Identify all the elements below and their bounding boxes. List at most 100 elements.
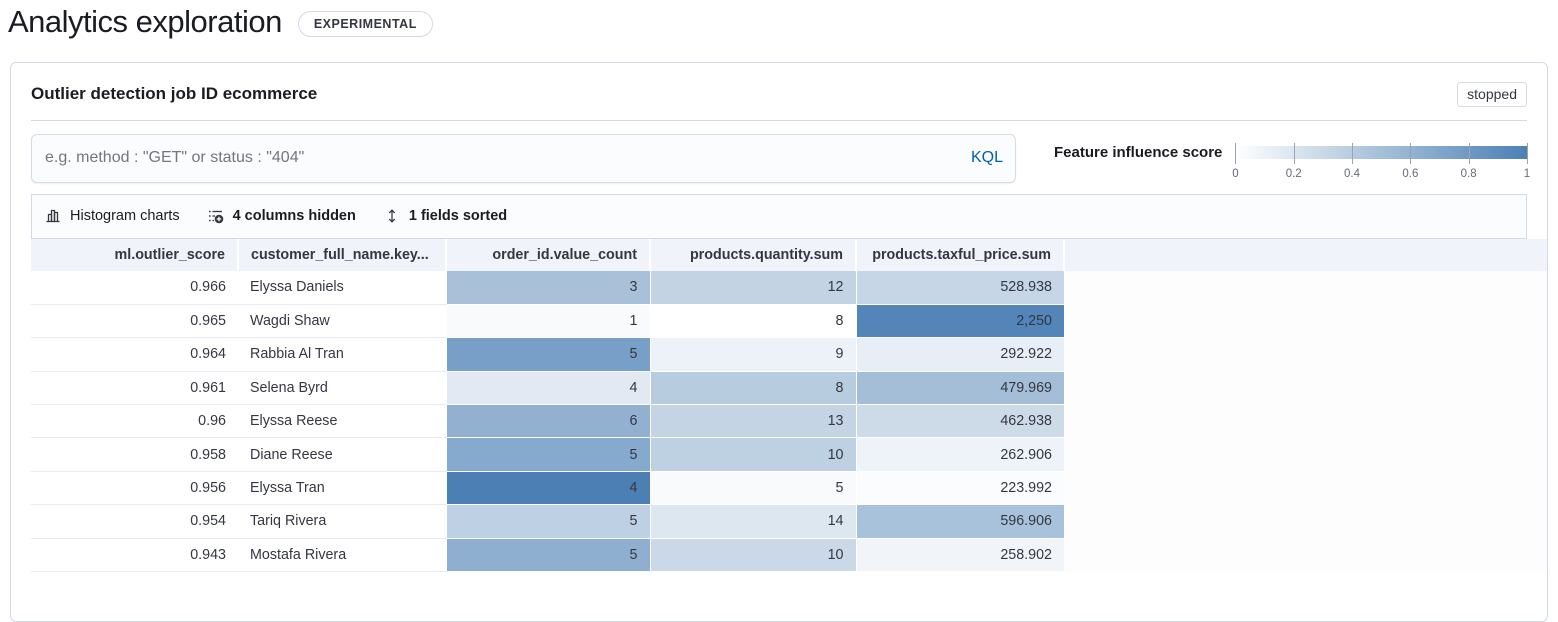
cell-price[interactable]: 528.938 bbox=[856, 271, 1064, 304]
column-header-customer-name[interactable]: customer_full_name.key... bbox=[238, 239, 446, 271]
legend-tick-mark bbox=[1410, 143, 1411, 164]
legend-tick-label: 0.4 bbox=[1344, 168, 1360, 180]
cell-outlier-score[interactable]: 0.958 bbox=[31, 438, 238, 471]
legend-tick-label: 0.6 bbox=[1402, 168, 1418, 180]
cell-customer-name[interactable]: Mostafa Rivera bbox=[238, 538, 446, 571]
cell-order-count[interactable]: 5 bbox=[446, 505, 650, 538]
legend-tick-mark bbox=[1294, 143, 1295, 164]
cell-outlier-score[interactable]: 0.964 bbox=[31, 338, 238, 371]
legend-gradient-bar bbox=[1235, 146, 1527, 159]
cell-outlier-score[interactable]: 0.961 bbox=[31, 371, 238, 404]
table-row: 0.966Elyssa Daniels312528.938 bbox=[31, 271, 1547, 304]
kql-search-input[interactable] bbox=[31, 134, 1016, 183]
cell-order-count[interactable]: 4 bbox=[446, 371, 650, 404]
grid-header-row: ml.outlier_score customer_full_name.key.… bbox=[31, 239, 1547, 271]
cell-price[interactable]: 2,250 bbox=[856, 304, 1064, 337]
cell-order-count[interactable]: 6 bbox=[446, 404, 650, 437]
fields-sorted-button[interactable]: 1 fields sorted bbox=[384, 208, 507, 224]
column-header-price[interactable]: products.taxful_price.sum bbox=[856, 239, 1064, 271]
cell-quantity[interactable]: 5 bbox=[650, 471, 856, 504]
sort-icon bbox=[384, 208, 400, 224]
cell-outlier-score[interactable]: 0.956 bbox=[31, 471, 238, 504]
cell-customer-name[interactable]: Elyssa Daniels bbox=[238, 271, 446, 304]
cell-outlier-score[interactable]: 0.954 bbox=[31, 505, 238, 538]
cell-filler bbox=[1064, 538, 1547, 571]
cell-outlier-score[interactable]: 0.965 bbox=[31, 304, 238, 337]
table-row: 0.964Rabbia Al Tran59292.922 bbox=[31, 338, 1547, 371]
panel-divider bbox=[31, 120, 1527, 121]
columns-hidden-button[interactable]: 4 columns hidden bbox=[208, 208, 356, 224]
cell-outlier-score[interactable]: 0.943 bbox=[31, 538, 238, 571]
cell-customer-name[interactable]: Elyssa Tran bbox=[238, 471, 446, 504]
cell-customer-name[interactable]: Diane Reese bbox=[238, 438, 446, 471]
fields-sorted-label: 1 fields sorted bbox=[409, 208, 507, 224]
cell-filler bbox=[1064, 271, 1547, 304]
cell-customer-name[interactable]: Tariq Rivera bbox=[238, 505, 446, 538]
page-title: Analytics exploration bbox=[8, 4, 282, 40]
cell-order-count[interactable]: 1 bbox=[446, 304, 650, 337]
column-header-quantity[interactable]: products.quantity.sum bbox=[650, 239, 856, 271]
table-row: 0.954Tariq Rivera514596.906 bbox=[31, 505, 1547, 538]
panel-heading: Outlier detection job ID ecommerce bbox=[31, 84, 317, 104]
cell-order-count[interactable]: 5 bbox=[446, 438, 650, 471]
histogram-charts-button[interactable]: Histogram charts bbox=[45, 208, 180, 224]
page-header: Analytics exploration EXPERIMENTAL bbox=[0, 0, 1558, 40]
legend-tick-label: 1 bbox=[1524, 168, 1530, 180]
cell-order-count[interactable]: 4 bbox=[446, 471, 650, 504]
legend-tick-label: 0.2 bbox=[1286, 168, 1302, 180]
cell-quantity[interactable]: 8 bbox=[650, 371, 856, 404]
cell-order-count[interactable]: 3 bbox=[446, 271, 650, 304]
cell-customer-name[interactable]: Rabbia Al Tran bbox=[238, 338, 446, 371]
column-header-order-count[interactable]: order_id.value_count bbox=[446, 239, 650, 271]
column-header-outlier-score[interactable]: ml.outlier_score bbox=[31, 239, 238, 271]
cell-filler bbox=[1064, 404, 1547, 437]
cell-quantity[interactable]: 9 bbox=[650, 338, 856, 371]
cell-price[interactable]: 292.922 bbox=[856, 338, 1064, 371]
experimental-badge: EXPERIMENTAL bbox=[298, 11, 433, 37]
cell-quantity[interactable]: 13 bbox=[650, 404, 856, 437]
cell-filler bbox=[1064, 505, 1547, 538]
column-header-filler bbox=[1064, 239, 1547, 271]
cell-order-count[interactable]: 5 bbox=[446, 338, 650, 371]
cell-price[interactable]: 262.906 bbox=[856, 438, 1064, 471]
cell-price[interactable]: 258.902 bbox=[856, 538, 1064, 571]
cell-customer-name[interactable]: Selena Byrd bbox=[238, 371, 446, 404]
cell-quantity[interactable]: 14 bbox=[650, 505, 856, 538]
kql-language-button[interactable]: KQL bbox=[971, 149, 1003, 167]
columns-hidden-icon bbox=[208, 208, 224, 224]
table-row: 0.956Elyssa Tran45223.992 bbox=[31, 471, 1547, 504]
cell-quantity[interactable]: 8 bbox=[650, 304, 856, 337]
cell-price[interactable]: 223.992 bbox=[856, 471, 1064, 504]
cell-filler bbox=[1064, 304, 1547, 337]
cell-filler bbox=[1064, 338, 1547, 371]
cell-order-count[interactable]: 5 bbox=[446, 538, 650, 571]
job-status-badge: stopped bbox=[1457, 82, 1527, 107]
cell-price[interactable]: 479.969 bbox=[856, 371, 1064, 404]
cell-quantity[interactable]: 10 bbox=[650, 538, 856, 571]
table-row: 0.965Wagdi Shaw182,250 bbox=[31, 304, 1547, 337]
columns-hidden-label: 4 columns hidden bbox=[233, 208, 356, 224]
legend-bar-wrap: 0 0.2 0.4 0.6 0.8 1 bbox=[1235, 141, 1527, 183]
table-row: 0.961Selena Byrd48479.969 bbox=[31, 371, 1547, 404]
cell-outlier-score[interactable]: 0.96 bbox=[31, 404, 238, 437]
panel-head: Outlier detection job ID ecommerce stopp… bbox=[31, 82, 1527, 107]
cell-quantity[interactable]: 10 bbox=[650, 438, 856, 471]
table-row: 0.96Elyssa Reese613462.938 bbox=[31, 404, 1547, 437]
cell-quantity[interactable]: 12 bbox=[650, 271, 856, 304]
cell-outlier-score[interactable]: 0.966 bbox=[31, 271, 238, 304]
cell-customer-name[interactable]: Elyssa Reese bbox=[238, 404, 446, 437]
cell-filler bbox=[1064, 438, 1547, 471]
legend-tick-mark bbox=[1235, 143, 1236, 164]
grid-toolbar: Histogram charts 4 columns hidden bbox=[31, 194, 1527, 239]
feature-influence-legend: Feature influence score 0 0.2 0.4 0.6 0.8 1 bbox=[1054, 134, 1527, 183]
legend-tick-label: 0.8 bbox=[1461, 168, 1477, 180]
cell-price[interactable]: 462.938 bbox=[856, 404, 1064, 437]
results-data-grid: ml.outlier_score customer_full_name.key.… bbox=[31, 239, 1547, 572]
legend-tick-mark bbox=[1469, 143, 1470, 164]
cell-price[interactable]: 596.906 bbox=[856, 505, 1064, 538]
cell-filler bbox=[1064, 371, 1547, 404]
legend-tick-label: 0 bbox=[1232, 168, 1238, 180]
histogram-icon bbox=[45, 208, 61, 224]
cell-customer-name[interactable]: Wagdi Shaw bbox=[238, 304, 446, 337]
legend-label: Feature influence score bbox=[1054, 141, 1222, 183]
